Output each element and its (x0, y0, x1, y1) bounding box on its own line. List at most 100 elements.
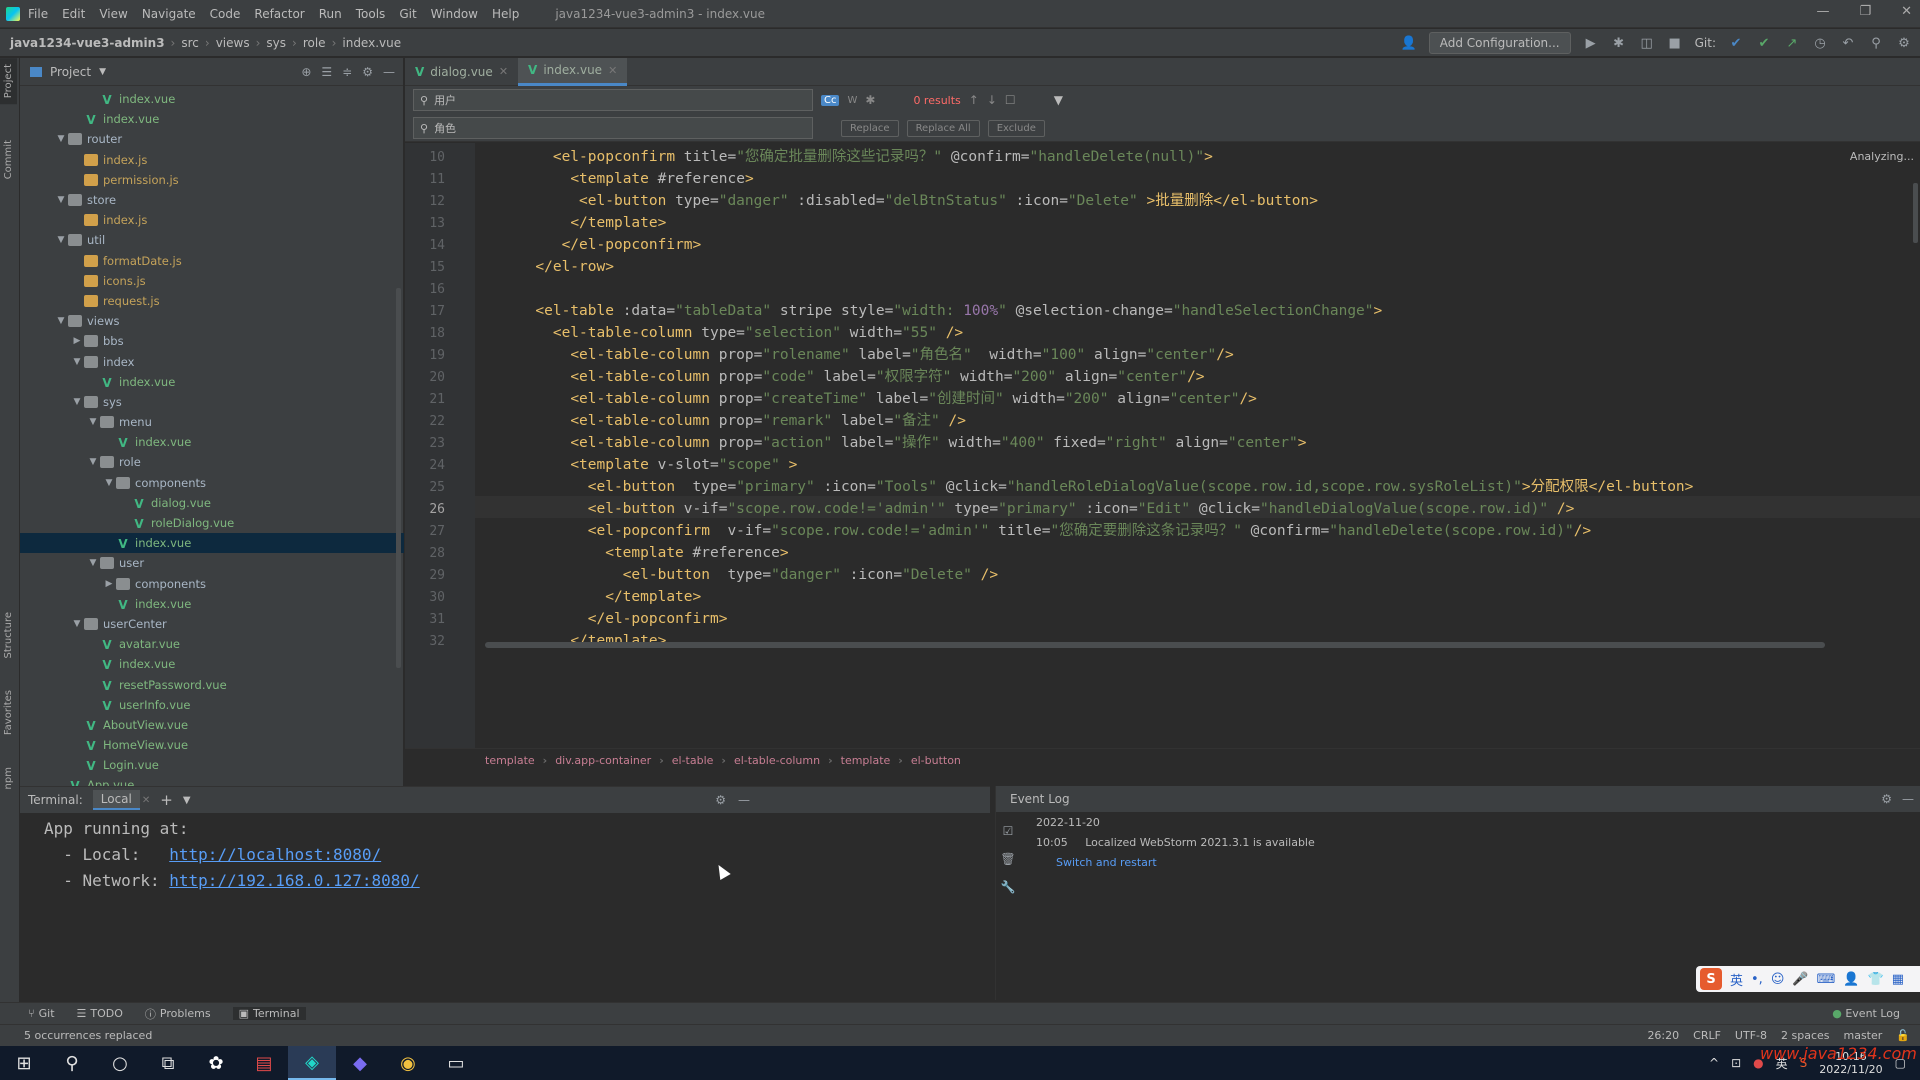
tree-node[interactable]: VroleDialog.vue (20, 513, 404, 533)
npm-tool-tab[interactable]: npm (0, 761, 17, 795)
app-icon-3[interactable]: ◆ (336, 1046, 384, 1080)
search-icon[interactable]: ⚲ (1868, 35, 1884, 51)
prev-occurrence-icon[interactable]: ↑ (969, 93, 979, 107)
crumb-el-button[interactable]: el-button (911, 754, 961, 767)
project-panel-title[interactable]: Project (50, 65, 91, 79)
match-case-toggle[interactable]: Cc (821, 94, 840, 106)
chevron-down-icon[interactable]: ▼ (183, 795, 191, 806)
crumb-template[interactable]: template (485, 754, 535, 767)
filter-icon[interactable]: ▼ (1054, 93, 1063, 107)
network-icon[interactable]: ⊡ (1731, 1056, 1741, 1070)
menu-item-window[interactable]: Window (431, 7, 478, 21)
hide-icon[interactable]: — (738, 793, 750, 807)
indent-setting[interactable]: 2 spaces (1781, 1029, 1830, 1042)
replace-input[interactable]: ⚲ 角色 (413, 117, 813, 139)
tree-node[interactable]: Vindex.vue (20, 372, 404, 392)
menu-item-help[interactable]: Help (492, 7, 519, 21)
crumb-views[interactable]: views (216, 36, 250, 50)
replace-button[interactable]: Replace (841, 119, 899, 137)
minimize-button[interactable]: — (1816, 4, 1829, 19)
tree-node[interactable]: index.js (20, 210, 404, 230)
expand-all-icon[interactable]: ☰ (321, 65, 332, 79)
local-url-link[interactable]: http://localhost:8080/ (169, 845, 381, 864)
menu-item-tools[interactable]: Tools (356, 7, 386, 21)
tree-scrollbar[interactable] (396, 288, 401, 668)
close-button[interactable]: ✕ (1901, 4, 1912, 19)
terminal-tool-tab[interactable]: ▣ Terminal (232, 1007, 306, 1020)
structure-tool-tab[interactable]: Structure (0, 606, 17, 665)
menu-item-edit[interactable]: Edit (62, 7, 85, 21)
grid-icon[interactable]: ▦ (1892, 972, 1904, 987)
whole-words-toggle[interactable]: W (847, 95, 857, 106)
next-occurrence-icon[interactable]: ↓ (987, 93, 997, 107)
tree-node[interactable]: ▼ sys (20, 392, 404, 412)
tree-node[interactable]: Vindex.vue (20, 533, 404, 554)
keyboard-icon[interactable]: ⌨ (1817, 972, 1836, 987)
project-tool-tab[interactable]: Project (0, 58, 17, 105)
tree-node[interactable]: V AboutView.vue (20, 715, 404, 735)
ime-mode[interactable]: 英 (1730, 970, 1743, 989)
tree-node[interactable]: formatDate.js (20, 251, 404, 271)
skin-icon[interactable]: 👕 (1868, 972, 1884, 987)
hide-icon[interactable]: — (1902, 792, 1914, 806)
coverage-icon[interactable]: ◫ (1639, 35, 1655, 51)
user-icon[interactable]: 👤 (1401, 35, 1417, 51)
chrome-icon[interactable]: ◉ (384, 1046, 432, 1080)
crumb-file[interactable]: index.vue (342, 36, 401, 50)
chevron-down-icon[interactable]: ▼ (86, 417, 100, 427)
menu-item-navigate[interactable]: Navigate (142, 7, 196, 21)
chevron-right-icon[interactable]: ▶ (102, 579, 116, 589)
chevron-up-icon[interactable]: ^ (1709, 1056, 1719, 1070)
chevron-down-icon[interactable]: ▼ (54, 134, 68, 144)
microphone-icon[interactable]: 🎤 (1792, 972, 1808, 987)
tree-node[interactable]: Vavatar.vue (20, 634, 404, 654)
crumb-sys[interactable]: sys (266, 36, 286, 50)
chevron-down-icon[interactable]: ▼ (86, 558, 100, 568)
tree-node[interactable]: ▼ store (20, 190, 404, 210)
favorites-tool-tab[interactable]: Favorites (0, 684, 17, 741)
chevron-down-icon[interactable]: ▼ (70, 397, 84, 407)
git-commit-icon[interactable]: ✔ (1756, 35, 1772, 51)
gear-icon[interactable]: ⚙ (715, 793, 726, 807)
file-encoding[interactable]: UTF-8 (1735, 1029, 1767, 1042)
cortana-icon[interactable]: ○ (96, 1046, 144, 1080)
menu-item-refactor[interactable]: Refactor (254, 7, 304, 21)
notepad-icon[interactable]: ▭ (432, 1046, 480, 1080)
tree-node[interactable]: index.js (20, 150, 404, 170)
ime-logo[interactable]: S (1700, 968, 1722, 990)
tree-node[interactable]: ▼ role (20, 452, 404, 472)
gear-icon[interactable]: ⚙ (362, 65, 373, 79)
hide-icon[interactable]: — (383, 65, 395, 79)
tree-node[interactable]: Vindex.vue (20, 109, 404, 129)
regex-icon[interactable]: ✱ (865, 93, 875, 107)
close-icon[interactable]: ✕ (142, 795, 150, 806)
add-configuration-button[interactable]: Add Configuration... (1428, 32, 1571, 54)
tree-node[interactable]: ▶ components (20, 574, 404, 594)
git-branch[interactable]: master (1844, 1029, 1883, 1042)
locate-icon[interactable]: ⊕ (301, 65, 311, 79)
crumb-role[interactable]: role (303, 36, 326, 50)
tree-node[interactable]: Vdialog.vue (20, 493, 404, 513)
debug-icon[interactable]: ✱ (1611, 35, 1627, 51)
tree-node[interactable]: request.js (20, 291, 404, 311)
tree-node[interactable]: ▼ menu (20, 412, 404, 432)
git-update-icon[interactable]: ✔ (1728, 35, 1744, 51)
tree-node[interactable]: ▼ components (20, 473, 404, 493)
crumb-el-table-column[interactable]: el-table-column (734, 754, 820, 767)
code-view[interactable]: 10 11 12 13 14 15 16 17 18 19 20 21 22 23 24 25 26 27 28 29… (405, 143, 1920, 748)
tree-node[interactable]: V Login.vue (20, 755, 404, 775)
menu-item-file[interactable]: File (28, 7, 48, 21)
user-icon[interactable]: 👤 (1843, 972, 1859, 987)
chevron-down-icon[interactable]: ▼ (70, 357, 84, 367)
commit-tool-tab[interactable]: Commit (0, 134, 17, 185)
select-all-icon[interactable]: ☐ (1005, 93, 1016, 107)
tree-node[interactable]: Vindex.vue (20, 432, 404, 452)
collapse-all-icon[interactable]: ≑ (342, 65, 352, 79)
caret-position[interactable]: 26:20 (1647, 1029, 1679, 1042)
wrench-icon[interactable]: 🔧 (1001, 880, 1016, 894)
tree-node[interactable]: Vindex.vue (20, 654, 404, 674)
tree-node[interactable]: ▼ views (20, 311, 404, 331)
maximize-button[interactable]: ❐ (1859, 4, 1871, 19)
task-view-icon[interactable]: ⧉ (144, 1046, 192, 1080)
stop-icon[interactable]: ■ (1667, 35, 1683, 51)
